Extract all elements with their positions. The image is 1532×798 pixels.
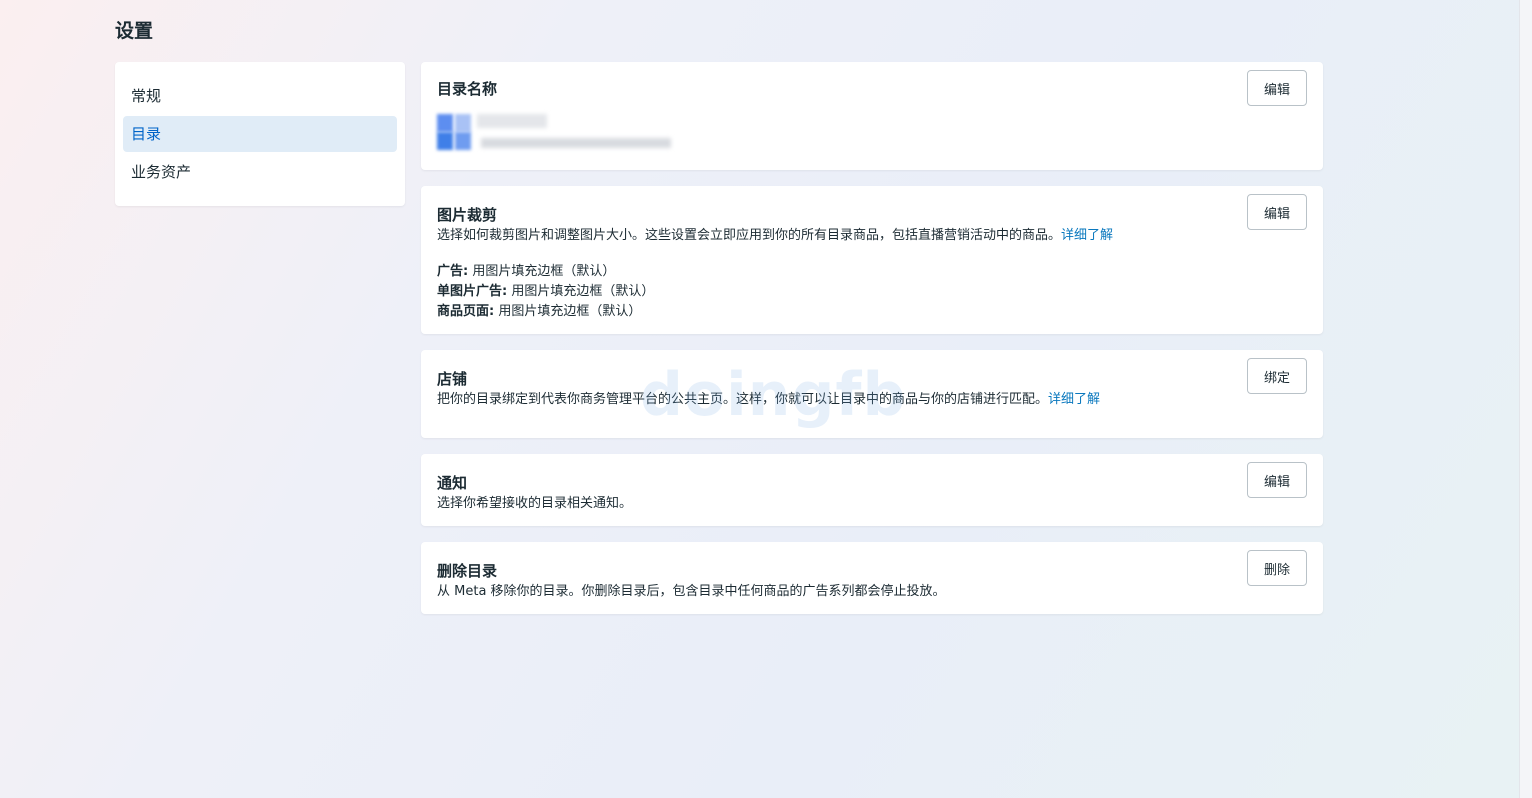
crop-setting-label: 商品页面: (437, 304, 495, 319)
catalog-name-card: 目录名称 编辑 (421, 62, 1323, 170)
notifications-title: 通知 (437, 474, 468, 492)
image-crop-edit-button[interactable]: 编辑 (1247, 194, 1307, 230)
crop-setting-label: 广告: (437, 264, 469, 279)
crop-setting-value: 用图片填充边框（默认） (494, 304, 642, 319)
catalog-id-blurred (481, 138, 671, 148)
shop-connect-button[interactable]: 绑定 (1247, 358, 1307, 394)
catalog-name-edit-button[interactable]: 编辑 (1247, 70, 1307, 106)
delete-catalog-title: 删除目录 (437, 562, 498, 580)
catalog-name-blurred (477, 114, 547, 128)
delete-catalog-description: 从 Meta 移除你的目录。你删除目录后，包含目录中任何商品的广告系列都会停止投… (437, 584, 946, 599)
sidebar-item-catalog[interactable]: 目录 (123, 116, 397, 152)
sidebar-item-general[interactable]: 常规 (123, 78, 397, 114)
delete-catalog-button[interactable]: 删除 (1247, 550, 1307, 586)
sidebar-item-business-assets[interactable]: 业务资产 (123, 154, 397, 190)
delete-catalog-card: 删除目录 删除 从 Meta 移除你的目录。你删除目录后，包含目录中任何商品的广… (421, 542, 1323, 614)
image-crop-title: 图片裁剪 (437, 206, 498, 224)
crop-setting-ads: 广告: 用图片填充边框（默认） (437, 260, 615, 279)
shop-title: 店铺 (437, 370, 468, 388)
shop-learn-more-link[interactable]: 详细了解 (1048, 392, 1100, 407)
shop-description: 把你的目录绑定到代表你商务管理平台的公共主页。这样，你就可以让目录中的商品与你的… (437, 388, 1100, 407)
crop-setting-value: 用图片填充边框（默认） (507, 284, 655, 299)
crop-setting-label: 单图片广告: (437, 284, 508, 299)
notifications-description: 选择你希望接收的目录相关通知。 (437, 496, 633, 511)
shop-description-text: 把你的目录绑定到代表你商务管理平台的公共主页。这样，你就可以让目录中的商品与你的… (437, 392, 1049, 407)
crop-setting-product-page: 商品页面: 用图片填充边框（默认） (437, 300, 641, 319)
image-crop-learn-more-link[interactable]: 详细了解 (1061, 228, 1113, 243)
page-title: 设置 (115, 20, 154, 42)
notifications-edit-button[interactable]: 编辑 (1247, 462, 1307, 498)
catalog-name-title: 目录名称 (437, 80, 498, 98)
page-scrollbar[interactable] (1519, 0, 1532, 798)
image-crop-description: 选择如何裁剪图片和调整图片大小。这些设置会立即应用到你的所有目录商品，包括直播营… (437, 224, 1113, 243)
shop-card: 店铺 绑定 把你的目录绑定到代表你商务管理平台的公共主页。这样，你就可以让目录中… (421, 350, 1323, 438)
catalog-avatar-blurred (437, 114, 471, 150)
settings-sidebar: 常规 目录 业务资产 (115, 62, 405, 206)
notifications-card: 通知 编辑 选择你希望接收的目录相关通知。 (421, 454, 1323, 526)
crop-setting-value: 用图片填充边框（默认） (468, 264, 616, 279)
image-crop-card: 图片裁剪 编辑 选择如何裁剪图片和调整图片大小。这些设置会立即应用到你的所有目录… (421, 186, 1323, 334)
crop-setting-single-image-ads: 单图片广告: 用图片填充边框（默认） (437, 280, 654, 299)
image-crop-description-text: 选择如何裁剪图片和调整图片大小。这些设置会立即应用到你的所有目录商品，包括直播营… (437, 228, 1062, 243)
